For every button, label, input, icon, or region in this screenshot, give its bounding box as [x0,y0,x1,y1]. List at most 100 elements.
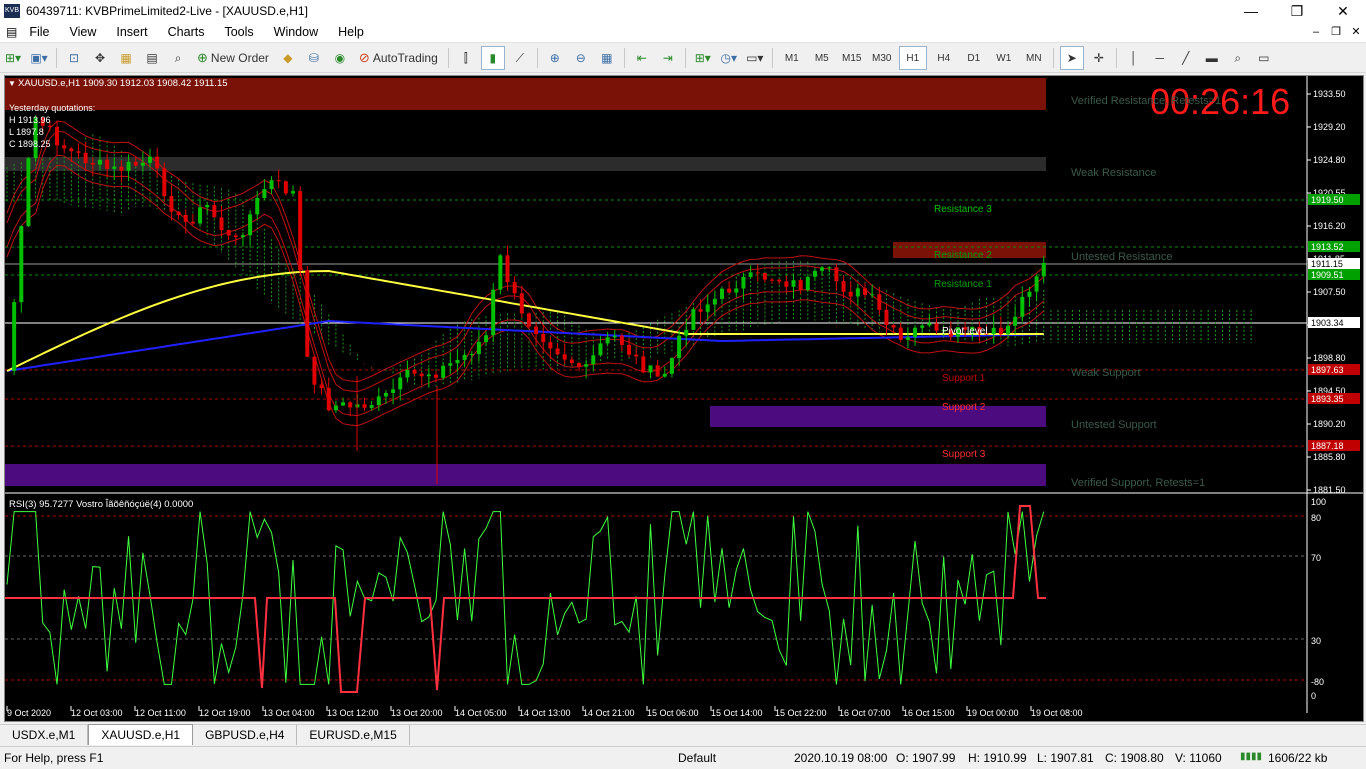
tab-gbpusd[interactable]: GBPUSD.e,H4 [193,725,298,745]
candle-body [19,226,24,303]
candle-body [255,197,260,215]
timeframe-d1[interactable]: D1 [961,47,987,69]
crosshair-icon[interactable]: ✛ [1088,47,1110,69]
metaeditor-icon[interactable]: ◆ [277,47,299,69]
timeframe-h4[interactable]: H4 [931,47,957,69]
terminal-icon[interactable]: ▤ [141,47,163,69]
rectangle-icon[interactable]: ▬ [1201,47,1223,69]
zoom-out-icon[interactable]: ⊖ [570,47,592,69]
cursor-icon[interactable]: ➤ [1059,46,1084,70]
timeframe-h1[interactable]: H1 [898,46,927,70]
vertical-line-icon[interactable]: │ [1123,47,1145,69]
candle-body [97,159,102,165]
more-tools-icon[interactable]: ▭ [1253,47,1275,69]
candle-body [655,365,660,377]
new-chart-icon[interactable]: ⊞▾ [2,47,24,69]
tile-windows-icon[interactable]: ▦ [596,47,618,69]
candle-body [698,309,703,312]
yesterday-low: L 1897.8 [9,127,44,137]
data-window-icon[interactable]: ✥ [89,47,111,69]
candle-body [376,396,381,406]
candle-body [283,181,288,194]
chart-window[interactable]: ▼ XAUUSD.e,H1 1909.30 1912.03 1908.42 19… [4,75,1364,722]
candle-body [798,280,803,291]
candle-body [526,313,531,327]
candle-body [262,189,267,198]
text-tool-icon[interactable]: ⌕ [1227,47,1249,69]
timeframe-mn[interactable]: MN [1021,47,1047,69]
autoscroll-icon[interactable]: ⇥ [657,47,679,69]
candlestick-icon[interactable]: ▮ [480,46,505,70]
time-axis-label: 14 Oct 21:00 [583,708,635,718]
menu-file[interactable]: File [19,25,59,39]
timeframe-w1[interactable]: W1 [991,47,1017,69]
line-chart-icon[interactable]: ⟋ [509,47,531,69]
maximize-button[interactable]: ❐ [1274,0,1320,22]
candle-body [448,363,453,366]
mdi-restore-button[interactable]: ❐ [1326,22,1346,42]
candle-body [169,196,174,212]
mdi-minimize-button[interactable]: – [1306,22,1326,42]
menu-view[interactable]: View [60,25,107,39]
candle-body [855,288,860,297]
menu-tools[interactable]: Tools [214,25,263,39]
market-watch-icon[interactable]: ⊡ [63,47,85,69]
autotrading-button[interactable]: ⊘ AutoTrading [355,47,442,69]
tab-usdx[interactable]: USDX.e,M1 [0,725,89,745]
candle-body [648,365,653,373]
minimize-button[interactable]: — [1228,0,1274,22]
candle-body [484,335,489,342]
profiles-icon[interactable]: ▣▾ [28,47,50,69]
price-tag-label: 1897.63 [1311,365,1344,375]
tester-icon[interactable]: ⌕ [167,47,189,69]
candle-body [627,344,632,355]
signals-icon[interactable]: ◉ [329,47,351,69]
candle-body [927,323,932,326]
market-icon[interactable]: ⛁ [303,47,325,69]
timeframe-m30[interactable]: M30 [869,47,895,69]
close-button[interactable]: ✕ [1320,0,1366,22]
verified-resistance-label: Verified Resistance, Retests=1 [1071,95,1221,107]
chart-menu-arrow[interactable]: ▼ [8,79,16,88]
menu-window[interactable]: Window [264,25,328,39]
candle-body [90,163,95,165]
zoom-in-icon[interactable]: ⊕ [544,47,566,69]
candle-body [641,356,646,373]
timeframe-m1[interactable]: M1 [779,47,805,69]
time-axis-label: 13 Oct 20:00 [391,708,443,718]
chart-shift-icon[interactable]: ⇤ [631,47,653,69]
templates-icon[interactable]: ▭▾ [744,47,766,69]
candle-body [212,205,217,218]
tab-eurusd[interactable]: EURUSD.e,M15 [297,725,410,745]
untested-support-label: Untested Support [1071,419,1157,431]
navigator-icon[interactable]: ▦ [115,47,137,69]
menu-help[interactable]: Help [328,25,374,39]
timeframe-m15[interactable]: M15 [839,47,865,69]
candle-body [491,289,496,336]
menu-charts[interactable]: Charts [158,25,215,39]
bar-chart-icon[interactable]: ⫿ [455,47,477,69]
candle-body [162,168,167,197]
indicators-icon[interactable]: ⊞▾ [692,47,714,69]
periods-icon[interactable]: ◷▾ [718,47,740,69]
horizontal-line-icon[interactable]: ─ [1149,47,1171,69]
candle-body [562,354,567,360]
mdi-close-button[interactable]: ✕ [1346,22,1366,42]
untested-resistance-label: Untested Resistance [1071,251,1173,263]
candle-body [805,276,810,291]
candle-body [591,355,596,365]
candle-body [555,348,560,355]
candle-body [712,298,717,305]
price-chart[interactable]: ▼ XAUUSD.e,H1 1909.30 1912.03 1908.42 19… [5,76,1363,721]
candle-body [383,392,388,397]
tab-xauusd[interactable]: XAUUSD.e,H1 [88,724,194,745]
chart-menu-icon[interactable]: ▤ [6,25,17,39]
timeframe-m5[interactable]: M5 [809,47,835,69]
price-axis-label: 1916.20 [1313,221,1346,231]
support-3-label: Support 3 [942,449,986,460]
menu-insert[interactable]: Insert [106,25,157,39]
new-order-icon: ⊕ [197,50,208,65]
new-order-button[interactable]: ⊕ New Order [193,47,273,69]
trendline-icon[interactable]: ╱ [1175,47,1197,69]
price-tag-label: 1919.50 [1311,195,1344,205]
